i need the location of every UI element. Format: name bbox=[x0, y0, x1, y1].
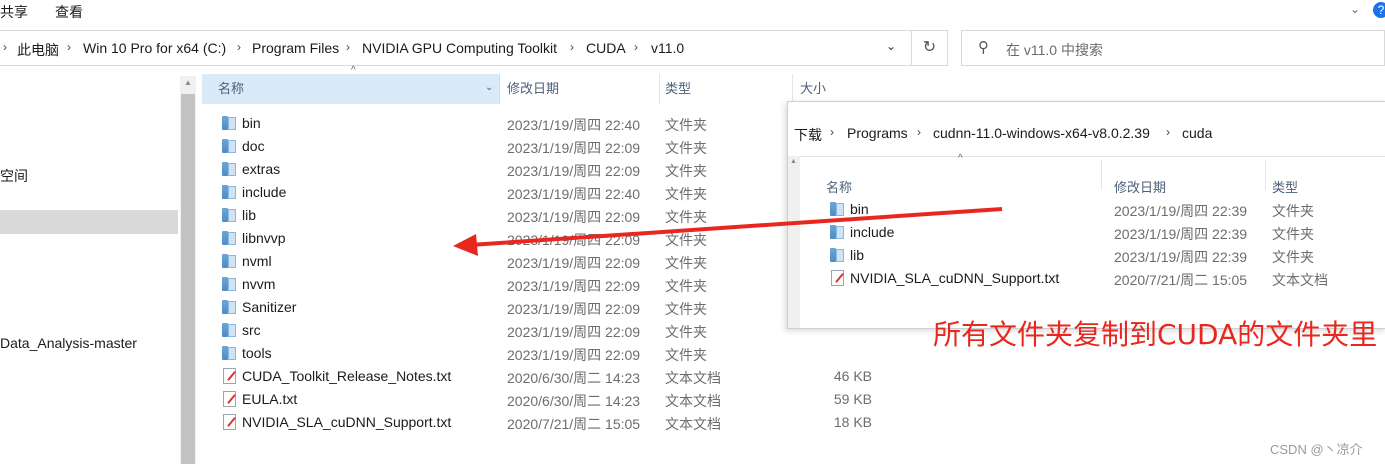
annotation-text: 所有文件夹复制到CUDA的文件夹里 bbox=[933, 318, 1378, 351]
arrow-shaft bbox=[469, 207, 1003, 247]
watermark: CSDN @丶凉介 bbox=[1270, 442, 1363, 457]
arrow-annotation bbox=[453, 207, 1003, 256]
arrow-head bbox=[453, 234, 478, 256]
